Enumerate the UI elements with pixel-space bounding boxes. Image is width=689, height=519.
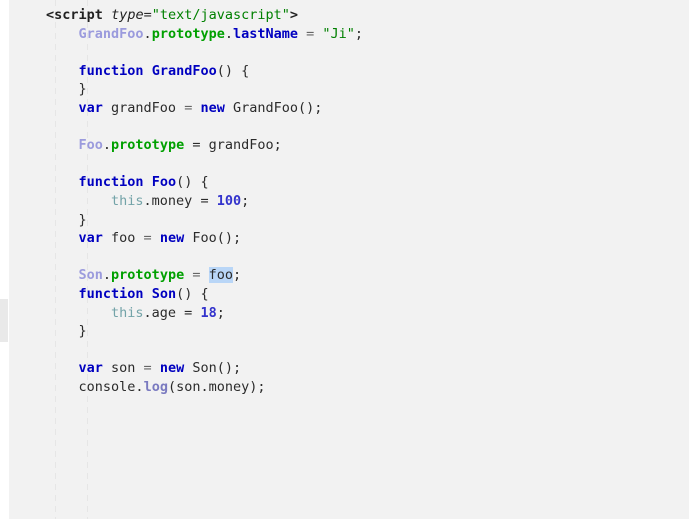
keyword-var: var (78, 99, 103, 116)
log-arguments: (son.money); (167, 378, 266, 395)
variable-son: son (102, 360, 144, 377)
assign-operator: = (143, 230, 160, 247)
code-editor-surface[interactable]: <script type="text/javascript"> GrandFoo… (9, 0, 689, 519)
dot-operator: . (102, 137, 112, 154)
code-line-17[interactable]: this.age = 18; (46, 304, 363, 323)
assign-operator: = (184, 267, 209, 284)
vertical-scroll-thumb[interactable] (0, 299, 8, 342)
code-line-15[interactable]: Son.prototype = foo; (46, 266, 363, 285)
code-line-16[interactable]: function Son() { (46, 285, 363, 304)
closing-brace: } (78, 211, 87, 228)
keyword-new: new (159, 360, 185, 377)
code-editor-screenshot: <script type="text/javascript"> GrandFoo… (0, 0, 689, 519)
keyword-function: function (78, 285, 144, 302)
identifier-son: Son (78, 267, 103, 284)
code-line-8[interactable]: Foo.prototype = grandFoo; (46, 136, 363, 155)
code-line-5[interactable]: } (46, 80, 363, 99)
html-tag-open: < (46, 7, 55, 23)
html-tag-close: > (289, 7, 299, 23)
assign-operator: = (143, 360, 160, 377)
keyword-this: this (111, 192, 144, 209)
constructor-call-son: Son(); (184, 360, 242, 377)
property-age-assignment: .age = (143, 304, 201, 321)
keyword-new: new (159, 230, 185, 247)
number-literal-18: 18 (200, 304, 217, 321)
code-line-18[interactable]: } (46, 322, 363, 341)
code-line-11[interactable]: this.money = 100; (46, 192, 363, 211)
identifier-grandfoo: GrandFoo (78, 25, 144, 42)
dot-operator: . (135, 378, 144, 395)
code-line-21[interactable]: console.log(son.money); (46, 378, 363, 397)
semicolon: ; (241, 192, 250, 209)
constructor-call-grandfoo: GrandFoo(); (224, 99, 323, 116)
prototype-keyword: prototype (151, 25, 225, 42)
code-line-3-blank[interactable] (46, 43, 363, 62)
dot-operator: . (143, 25, 152, 42)
function-name-grandfoo: GrandFoo (151, 62, 217, 79)
code-line-12[interactable]: } (46, 211, 363, 230)
keyword-function: function (78, 174, 144, 191)
identifier-foo: Foo (78, 137, 103, 154)
constructor-call-foo: Foo(); (184, 230, 242, 247)
selected-text-foo[interactable]: foo (208, 267, 233, 284)
keyword-function: function (78, 62, 144, 79)
prototype-keyword: prototype (111, 137, 185, 154)
dot-operator: . (224, 25, 233, 42)
assignment-grandfoo: = grandFoo; (184, 137, 282, 154)
code-line-9-blank[interactable] (46, 155, 363, 174)
method-log: log (143, 378, 168, 395)
keyword-new: new (200, 99, 225, 116)
assign-operator: = (298, 25, 323, 42)
variable-grandfoo: grandFoo (102, 99, 185, 116)
function-signature: () { (176, 285, 209, 302)
closing-brace: } (78, 323, 87, 340)
semicolon: ; (232, 267, 242, 284)
function-signature: () { (216, 62, 250, 79)
closing-brace: } (78, 81, 87, 98)
code-line-19-blank[interactable] (46, 341, 363, 360)
code-line-6[interactable]: var grandFoo = new GrandFoo(); (46, 99, 363, 118)
keyword-var: var (78, 230, 103, 247)
keyword-var: var (78, 360, 103, 377)
property-money-assignment: .money = (143, 192, 217, 209)
html-tag-name: script (54, 7, 103, 23)
assign-operator: = (184, 99, 201, 116)
object-console: console (78, 378, 136, 395)
code-line-20[interactable]: var son = new Son(); (46, 359, 363, 378)
code-line-4[interactable]: function GrandFoo() { (46, 62, 363, 81)
property-lastname: lastName (232, 25, 299, 42)
html-attribute-name: type (111, 7, 144, 23)
code-line-10[interactable]: function Foo() { (46, 173, 363, 192)
code-line-1[interactable]: <script type="text/javascript"> (46, 6, 363, 25)
function-name-son: Son (151, 285, 177, 302)
variable-foo: foo (102, 230, 144, 247)
code-line-7-blank[interactable] (46, 118, 363, 137)
equals-operator: = (143, 7, 152, 23)
code-line-2[interactable]: GrandFoo.prototype.lastName = "Ji"; (46, 25, 364, 44)
function-signature: () { (176, 174, 209, 191)
prototype-keyword: prototype (111, 267, 185, 284)
source-code-block[interactable]: <script type="text/javascript"> GrandFoo… (46, 6, 363, 396)
function-name-foo: Foo (151, 174, 177, 191)
string-literal-ji: "Ji" (322, 25, 355, 42)
semicolon: ; (354, 25, 364, 42)
semicolon: ; (216, 304, 225, 321)
dot-operator: . (102, 267, 112, 284)
code-line-14-blank[interactable] (46, 248, 363, 267)
keyword-this: this (111, 304, 144, 321)
code-line-13[interactable]: var foo = new Foo(); (46, 229, 363, 248)
html-attribute-value: "text/javascript" (151, 7, 290, 23)
number-literal-100: 100 (216, 192, 242, 209)
